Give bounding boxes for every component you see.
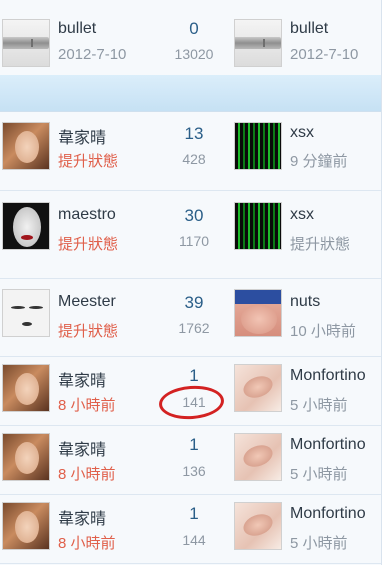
- girl-avatar[interactable]: [2, 502, 50, 550]
- right-user-name[interactable]: xsx: [290, 206, 314, 224]
- skin-avatar[interactable]: [234, 289, 282, 337]
- table-row: Meester 提升狀態 39 1762 nuts 10 小時前: [0, 279, 381, 357]
- right-user-time: 5 小時前: [290, 466, 348, 483]
- left-user-status[interactable]: 提升狀態: [58, 320, 118, 341]
- forum-list-panel: bullet 2012-7-10 0 13020 bullet 2012-7-1…: [0, 0, 382, 565]
- left-user-time: 8 小時前: [58, 535, 116, 552]
- right-user-name[interactable]: Monfortino: [290, 367, 366, 385]
- right-user-time: 5 小時前: [290, 397, 348, 414]
- table-row: maestro 提升狀態 30 1170 xsx 提升狀態: [0, 191, 381, 279]
- right-user-name[interactable]: xsx: [290, 124, 314, 142]
- left-user-name[interactable]: 韋家晴: [58, 505, 106, 529]
- left-user-name[interactable]: maestro: [58, 206, 116, 224]
- matrix-avatar[interactable]: [234, 202, 282, 250]
- left-user-date: 2012-7-10: [58, 46, 127, 63]
- right-user-name[interactable]: Monfortino: [290, 436, 366, 454]
- reply-count: 39: [184, 293, 204, 312]
- view-count: 136: [182, 463, 206, 479]
- table-row: 韋家晴 8 小時前 1 144 Monfortino 5 小時前: [0, 495, 381, 564]
- left-user-name[interactable]: 韋家晴: [58, 367, 106, 391]
- left-user-time: 8 小時前: [58, 397, 116, 414]
- right-user-name[interactable]: nuts: [290, 293, 320, 311]
- left-user-name[interactable]: 韋家晴: [58, 124, 106, 148]
- left-user-status[interactable]: 提升狀態: [58, 233, 118, 254]
- right-user-time: 9 分鐘前: [290, 153, 348, 170]
- table-row: 韋家晴 提升狀態 13 428 xsx 9 分鐘前: [0, 112, 381, 191]
- reply-count: 0: [189, 19, 199, 38]
- bullet-avatar[interactable]: [234, 19, 282, 67]
- right-user-time: 5 小時前: [290, 535, 348, 552]
- view-count: 144: [182, 532, 206, 548]
- view-count: 13020: [174, 46, 214, 62]
- right-user-name[interactable]: bullet: [290, 20, 328, 38]
- left-user-name[interactable]: 韋家晴: [58, 436, 106, 460]
- section-divider-banner: [0, 75, 381, 112]
- reply-count: 1: [189, 366, 199, 385]
- table-row: bullet 2012-7-10 0 13020 bullet 2012-7-1…: [0, 0, 381, 76]
- girl-avatar[interactable]: [2, 122, 50, 170]
- left-user-status[interactable]: 提升狀態: [58, 150, 118, 171]
- view-count: 1170: [178, 233, 210, 249]
- right-user-time: 10 小時前: [290, 323, 356, 340]
- right-user-name[interactable]: Monfortino: [290, 505, 366, 523]
- face-avatar[interactable]: [2, 202, 50, 250]
- girl-avatar[interactable]: [2, 433, 50, 481]
- right-user-date: 2012-7-10: [290, 46, 359, 63]
- reply-count: 1: [189, 435, 199, 454]
- bullet-avatar[interactable]: [2, 19, 50, 67]
- reply-count: 13: [184, 124, 204, 143]
- view-count: 428: [182, 151, 206, 167]
- matrix-avatar[interactable]: [234, 122, 282, 170]
- girl-avatar[interactable]: [2, 364, 50, 412]
- left-user-name[interactable]: bullet: [58, 20, 96, 38]
- eyes-avatar[interactable]: [2, 289, 50, 337]
- foot-avatar[interactable]: [234, 433, 282, 481]
- reply-count: 1: [189, 504, 199, 523]
- right-user-status[interactable]: 提升狀態: [290, 233, 350, 254]
- foot-avatar[interactable]: [234, 364, 282, 412]
- table-row: 韋家晴 8 小時前 1 136 Monfortino 5 小時前: [0, 426, 381, 495]
- view-count: 1762: [178, 320, 210, 336]
- left-user-time: 8 小時前: [58, 466, 116, 483]
- foot-avatar[interactable]: [234, 502, 282, 550]
- reply-count: 30: [184, 206, 204, 225]
- left-user-name[interactable]: Meester: [58, 293, 116, 311]
